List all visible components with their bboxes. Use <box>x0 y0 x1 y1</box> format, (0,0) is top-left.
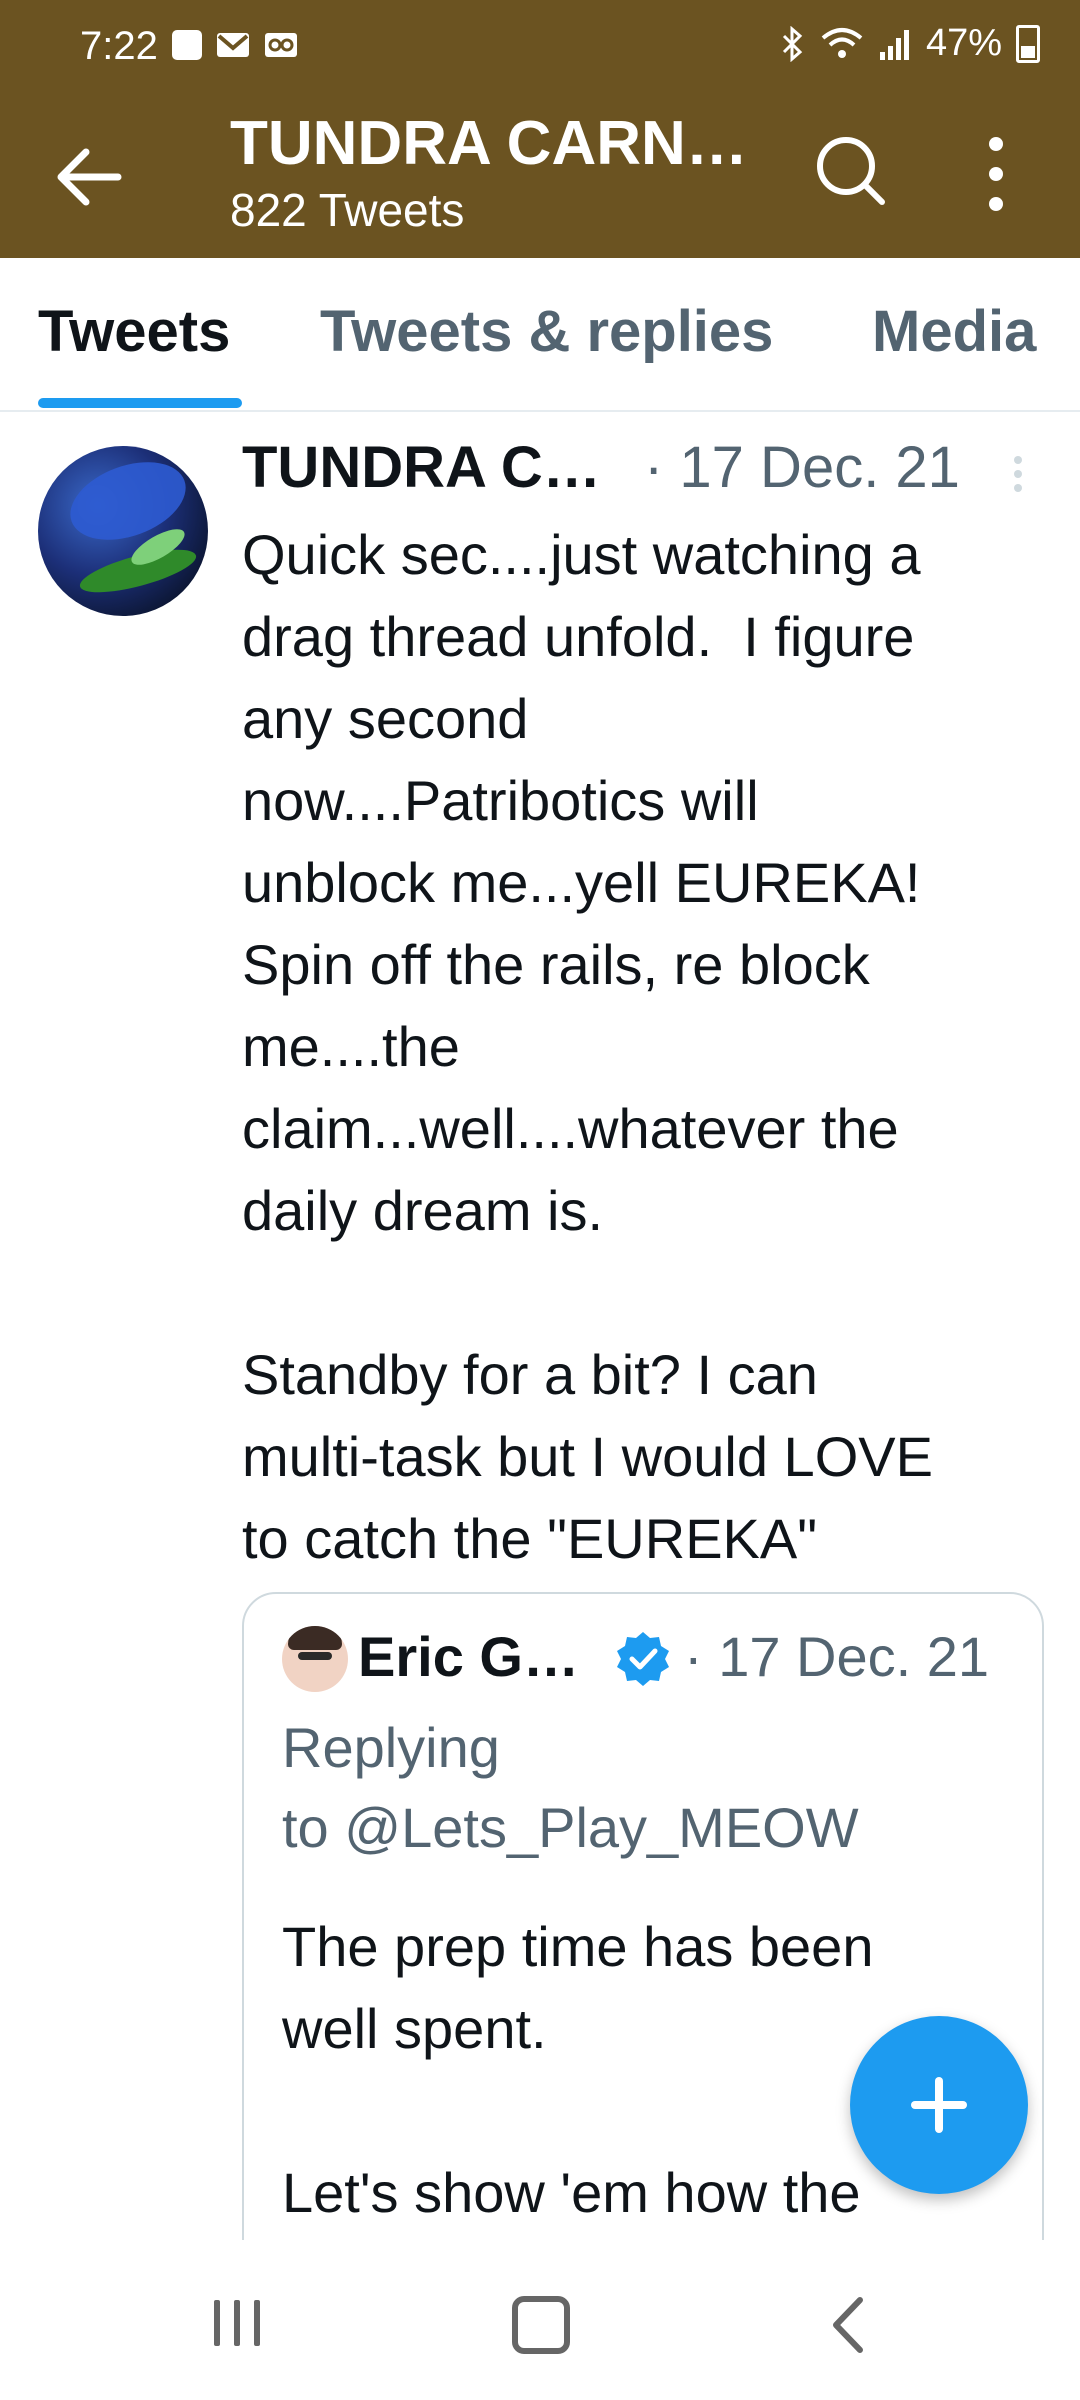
bluetooth-icon <box>782 25 803 62</box>
more-options-icon[interactable] <box>972 132 1020 216</box>
gmail-icon <box>217 33 249 57</box>
tab-tweets[interactable]: Tweets <box>38 298 230 365</box>
battery-percent: 47% <box>925 22 1002 64</box>
replying-to: Replying to @Lets_Play_MEOW <box>282 1716 859 1859</box>
profile-title: TUNDRA CARN… <box>230 109 748 178</box>
compose-tweet-button[interactable] <box>850 2016 1028 2194</box>
quoted-date: · 17 Dec. 21 <box>684 1625 990 1688</box>
active-tab-indicator <box>38 398 242 408</box>
quoted-avatar <box>282 1626 348 1692</box>
signal-icon <box>879 29 909 60</box>
verified-badge-icon <box>617 1632 669 1686</box>
avatar[interactable] <box>38 446 208 616</box>
tweet-header: TUNDRA C… · 17 Dec. 21 <box>242 434 1062 514</box>
home-icon[interactable] <box>512 2296 570 2354</box>
tab-tweets-and-replies[interactable]: Tweets & replies <box>320 298 773 365</box>
image-notification-icon <box>172 30 202 60</box>
tweet-author[interactable]: TUNDRA C… <box>242 434 601 501</box>
status-right: 47% <box>780 22 1040 65</box>
status-bar: 7:22 47% <box>0 0 1080 96</box>
notification-icons <box>172 30 298 60</box>
battery-icon <box>1016 24 1040 63</box>
wifi-icon <box>821 27 863 58</box>
tweet-card[interactable]: TUNDRA C… · 17 Dec. 21 Quick sec....just… <box>0 410 1080 2240</box>
tab-media[interactable]: Media <box>872 298 1036 365</box>
voicemail-icon <box>265 33 297 57</box>
tweet-more-icon[interactable] <box>1006 452 1030 504</box>
back-arrow-icon[interactable] <box>52 142 128 212</box>
quoted-author: Eric G… <box>358 1625 579 1688</box>
tweet-count: 822 Tweets <box>230 184 465 236</box>
status-time: 7:22 <box>80 24 158 68</box>
profile-tabs: Tweets Tweets & replies Media <box>0 258 1080 412</box>
profile-header: TUNDRA CARN… 822 Tweets <box>0 96 1080 258</box>
system-back-icon[interactable] <box>828 2296 868 2354</box>
recents-icon[interactable] <box>210 2300 266 2346</box>
search-icon[interactable] <box>810 130 890 210</box>
tweet-text: Quick sec....just watching a drag thread… <box>242 523 933 1570</box>
tweet-date[interactable]: · 17 Dec. 21 <box>644 434 960 501</box>
system-nav-bar <box>0 2240 1080 2400</box>
header-titles: TUNDRA CARN… 822 Tweets <box>230 104 750 237</box>
